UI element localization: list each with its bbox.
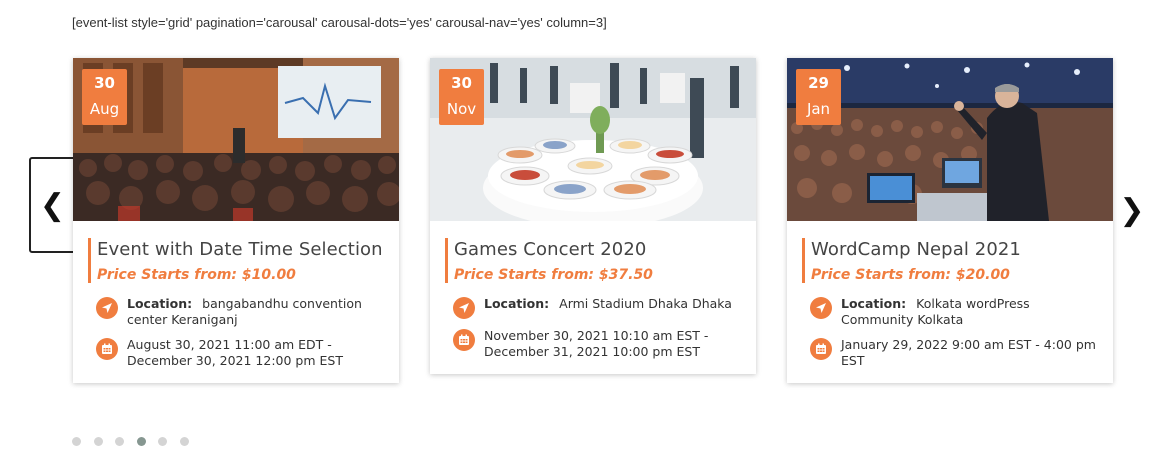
event-location: Location: Kolkata wordPress Community Ko… [802,296,1097,328]
event-price: Price Starts from: $37.50 [454,267,653,283]
date-day: 29 [808,74,829,92]
event-card[interactable]: 30 Nov Games Concert 2020 Price Starts f… [430,58,756,374]
carousel-dot[interactable] [158,437,167,446]
date-day: 30 [94,74,115,92]
location-arrow-icon [810,297,832,319]
event-datetime: August 30, 2021 11:00 am EDT - December … [88,337,383,369]
carousel-dot[interactable] [115,437,124,446]
location-arrow-icon [453,297,475,319]
calendar-icon [453,329,475,351]
date-badge: 29 Jan [796,69,841,125]
calendar-icon [96,338,118,360]
event-image[interactable]: 30 Aug [73,58,399,221]
event-title-link[interactable]: Games Concert 2020 [454,238,740,261]
date-badge: 30 Nov [439,69,484,125]
event-image[interactable]: 29 Jan [787,58,1113,221]
date-badge: 30 Aug [82,69,127,125]
event-location: Location: bangabandhu convention center … [88,296,383,328]
location-label: Location: [484,296,550,311]
event-title-link[interactable]: WordCamp Nepal 2021 [811,238,1097,261]
event-price: Price Starts from: $20.00 [811,267,1010,283]
event-image[interactable]: 30 Nov [430,58,756,221]
carousel-dot[interactable] [72,437,81,446]
carousel-prev-button[interactable]: ❮ [29,157,76,253]
carousel-dot[interactable] [179,437,189,446]
date-month: Aug [89,100,120,118]
event-card[interactable]: 29 Jan WordCamp Nepal 2021 Price Starts … [787,58,1113,383]
date-month: Jan [806,100,831,118]
calendar-icon [810,338,832,360]
event-datetime: November 30, 2021 10:10 am EST - Decembe… [445,328,740,360]
event-card[interactable]: 30 Aug Event with Date Time Selection Pr… [73,58,399,383]
carousel-dots [72,437,201,446]
shortcode-text: [event-list style='grid' pagination='car… [72,15,607,30]
datetime-value: August 30, 2021 11:00 am EDT - December … [127,337,343,368]
event-datetime: January 29, 2022 9:00 am EST - 4:00 pm E… [802,337,1097,369]
event-price: Price Starts from: $10.00 [97,267,296,283]
datetime-value: January 29, 2022 9:00 am EST - 4:00 pm E… [841,337,1096,368]
chevron-left-icon: ❮ [39,188,66,222]
carousel-dot[interactable] [93,437,103,446]
carousel-dot-active[interactable] [136,437,146,446]
location-value: Armi Stadium Dhaka Dhaka [559,296,732,311]
location-label: Location: [127,296,193,311]
carousel-next-button[interactable]: ❯ [1118,190,1146,230]
location-label: Location: [841,296,907,311]
event-location: Location: Armi Stadium Dhaka Dhaka [445,296,740,319]
date-month: Nov [446,100,477,118]
location-arrow-icon [96,297,118,319]
event-title-link[interactable]: Event with Date Time Selection [97,238,383,261]
chevron-right-icon: ❯ [1119,193,1145,227]
date-day: 30 [451,74,472,92]
datetime-value: November 30, 2021 10:10 am EST - Decembe… [484,328,709,359]
